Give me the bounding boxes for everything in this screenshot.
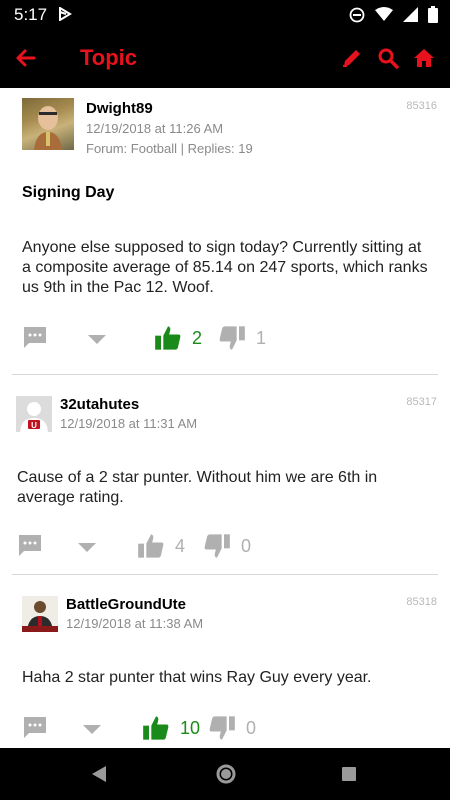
back-triangle-icon[interactable] bbox=[90, 764, 108, 789]
dislike-count: 0 bbox=[241, 536, 252, 556]
thumbs-down-icon[interactable] bbox=[218, 324, 246, 357]
post-id: 85316 bbox=[406, 100, 437, 112]
page-title: Topic bbox=[80, 45, 138, 70]
avatar[interactable] bbox=[22, 596, 58, 632]
avatar[interactable]: U bbox=[16, 396, 52, 432]
search-icon[interactable] bbox=[376, 46, 400, 75]
like-count: 2 bbox=[192, 328, 203, 348]
username[interactable]: BattleGroundUte bbox=[66, 596, 186, 613]
signal-icon bbox=[403, 7, 418, 27]
dislike-count: 1 bbox=[256, 328, 267, 348]
thumbs-down-icon[interactable] bbox=[208, 714, 236, 747]
post-date: 12/19/2018 at 11:26 AM bbox=[86, 121, 224, 136]
back-arrow-icon[interactable] bbox=[14, 46, 38, 75]
post-id: 85317 bbox=[406, 396, 437, 408]
thumbs-up-icon[interactable] bbox=[142, 714, 170, 747]
post-body: Anyone else supposed to sign today? Curr… bbox=[22, 239, 428, 296]
like-count: 4 bbox=[175, 536, 186, 556]
reply-comment-icon[interactable] bbox=[17, 532, 43, 563]
status-bar: 5:17 bbox=[0, 0, 450, 30]
dislike-count: 0 bbox=[246, 718, 257, 738]
wifi-icon bbox=[375, 7, 393, 27]
edit-pencil-icon[interactable] bbox=[340, 46, 364, 75]
post-id: 85318 bbox=[406, 596, 437, 608]
like-count: 10 bbox=[180, 718, 201, 738]
status-time: 5:17 bbox=[14, 5, 48, 24]
chevron-down-icon[interactable] bbox=[83, 722, 101, 740]
chevron-down-icon[interactable] bbox=[88, 332, 106, 350]
thumbs-up-icon[interactable] bbox=[154, 324, 182, 357]
post-body: Cause of a 2 star punter. Without him we… bbox=[17, 469, 378, 506]
post-date: 12/19/2018 at 11:31 AM bbox=[60, 416, 198, 431]
recents-square-icon[interactable] bbox=[341, 766, 357, 787]
thumbs-up-icon[interactable] bbox=[137, 532, 165, 565]
divider bbox=[12, 374, 438, 375]
topic-content[interactable]: Dwight89 12/19/2018 at 11:26 AM Forum: F… bbox=[0, 88, 450, 748]
post-body: Haha 2 star punter that wins Ray Guy eve… bbox=[22, 669, 372, 686]
post-date: 12/19/2018 at 11:38 AM bbox=[66, 616, 204, 631]
battery-icon bbox=[428, 6, 438, 28]
divider bbox=[12, 574, 438, 575]
reply-comment-icon[interactable] bbox=[22, 324, 48, 355]
username[interactable]: 32utahutes bbox=[60, 396, 139, 413]
svg-text:U: U bbox=[31, 421, 37, 430]
avatar[interactable] bbox=[22, 98, 74, 150]
app-bar: Topic bbox=[0, 30, 450, 88]
reply-comment-icon[interactable] bbox=[22, 714, 48, 745]
thumbs-down-icon[interactable] bbox=[203, 532, 231, 565]
home-circle-icon[interactable] bbox=[215, 763, 237, 790]
forum-info: Forum: Football | Replies: 19 bbox=[86, 141, 253, 156]
system-nav-bar bbox=[0, 748, 450, 800]
home-icon[interactable] bbox=[412, 46, 436, 75]
topic-title: Signing Day bbox=[22, 184, 115, 201]
username[interactable]: Dwight89 bbox=[86, 100, 153, 117]
do-not-disturb-icon bbox=[349, 7, 365, 28]
notification-icon bbox=[58, 6, 72, 26]
chevron-down-icon[interactable] bbox=[78, 540, 96, 558]
